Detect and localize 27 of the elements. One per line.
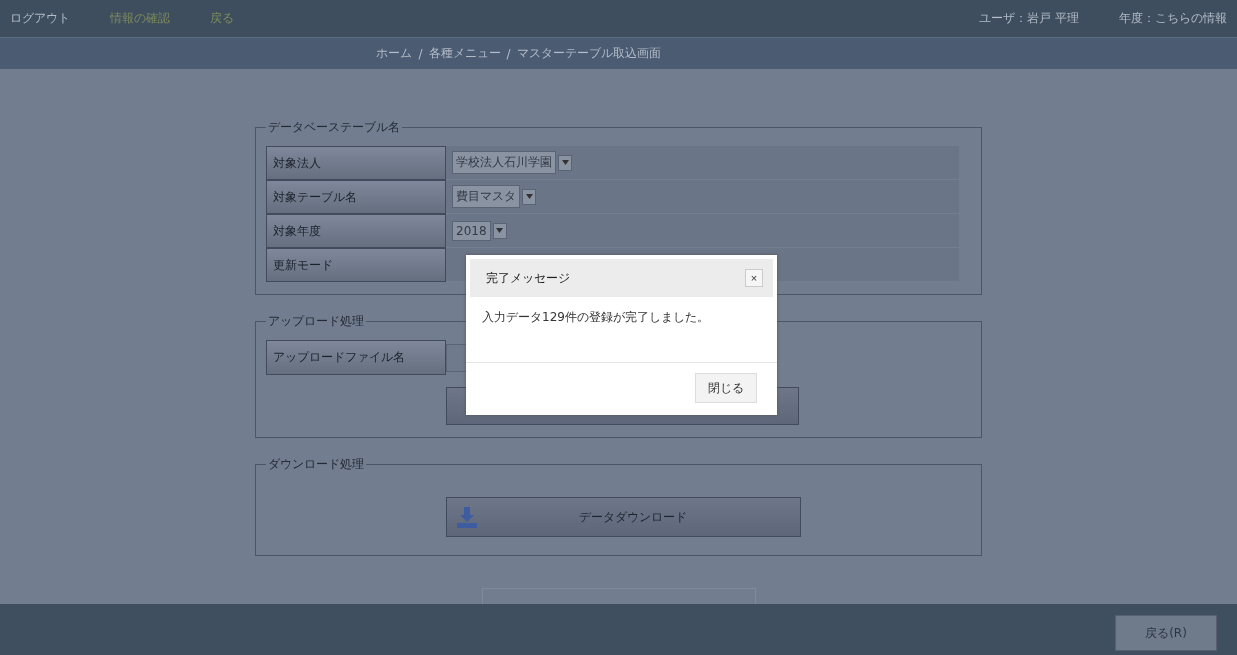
breadcrumb-item: マスターテーブル取込画面 bbox=[516, 45, 661, 62]
dialog-message: 入力データ129件の登録が完了しました。 bbox=[466, 297, 777, 363]
panel-legend: アップロード処理 bbox=[266, 313, 366, 330]
field-label: 対象年度 bbox=[266, 214, 446, 248]
breadcrumb-item[interactable]: 各種メニュー bbox=[428, 45, 501, 62]
panel-legend: データベーステーブル名 bbox=[266, 119, 402, 136]
breadcrumb-item[interactable]: ホーム bbox=[376, 45, 413, 62]
field-label: 対象法人 bbox=[266, 146, 446, 180]
select-value[interactable]: 2018 bbox=[452, 220, 491, 241]
header-link[interactable]: 戻る bbox=[210, 10, 234, 27]
header-link[interactable]: ログアウト bbox=[10, 10, 70, 27]
dialog-title: 完了メッセージ bbox=[486, 269, 570, 287]
close-button[interactable]: × bbox=[745, 269, 763, 287]
panel-legend: ダウンロード処理 bbox=[266, 456, 366, 473]
field-label: アップロードファイル名 bbox=[266, 340, 446, 375]
select-value[interactable]: 学校法人石川学園 bbox=[452, 151, 556, 174]
download-button[interactable]: データダウンロード bbox=[446, 497, 801, 537]
user-info: ユーザ：岩戸 平理 bbox=[979, 10, 1079, 27]
field-label: 更新モード bbox=[266, 248, 446, 282]
breadcrumb-separator: / bbox=[418, 46, 423, 61]
select-value[interactable]: 費目マスタ bbox=[452, 185, 520, 208]
breadcrumb-separator: / bbox=[506, 46, 511, 61]
download-icon bbox=[455, 505, 479, 529]
year-info: 年度：こちらの情報 bbox=[1119, 10, 1227, 27]
field-label: 対象テーブル名 bbox=[266, 180, 446, 214]
back-button[interactable]: 戻る(R) bbox=[1115, 615, 1217, 651]
dialog-close-button[interactable]: 閉じる bbox=[695, 373, 757, 403]
